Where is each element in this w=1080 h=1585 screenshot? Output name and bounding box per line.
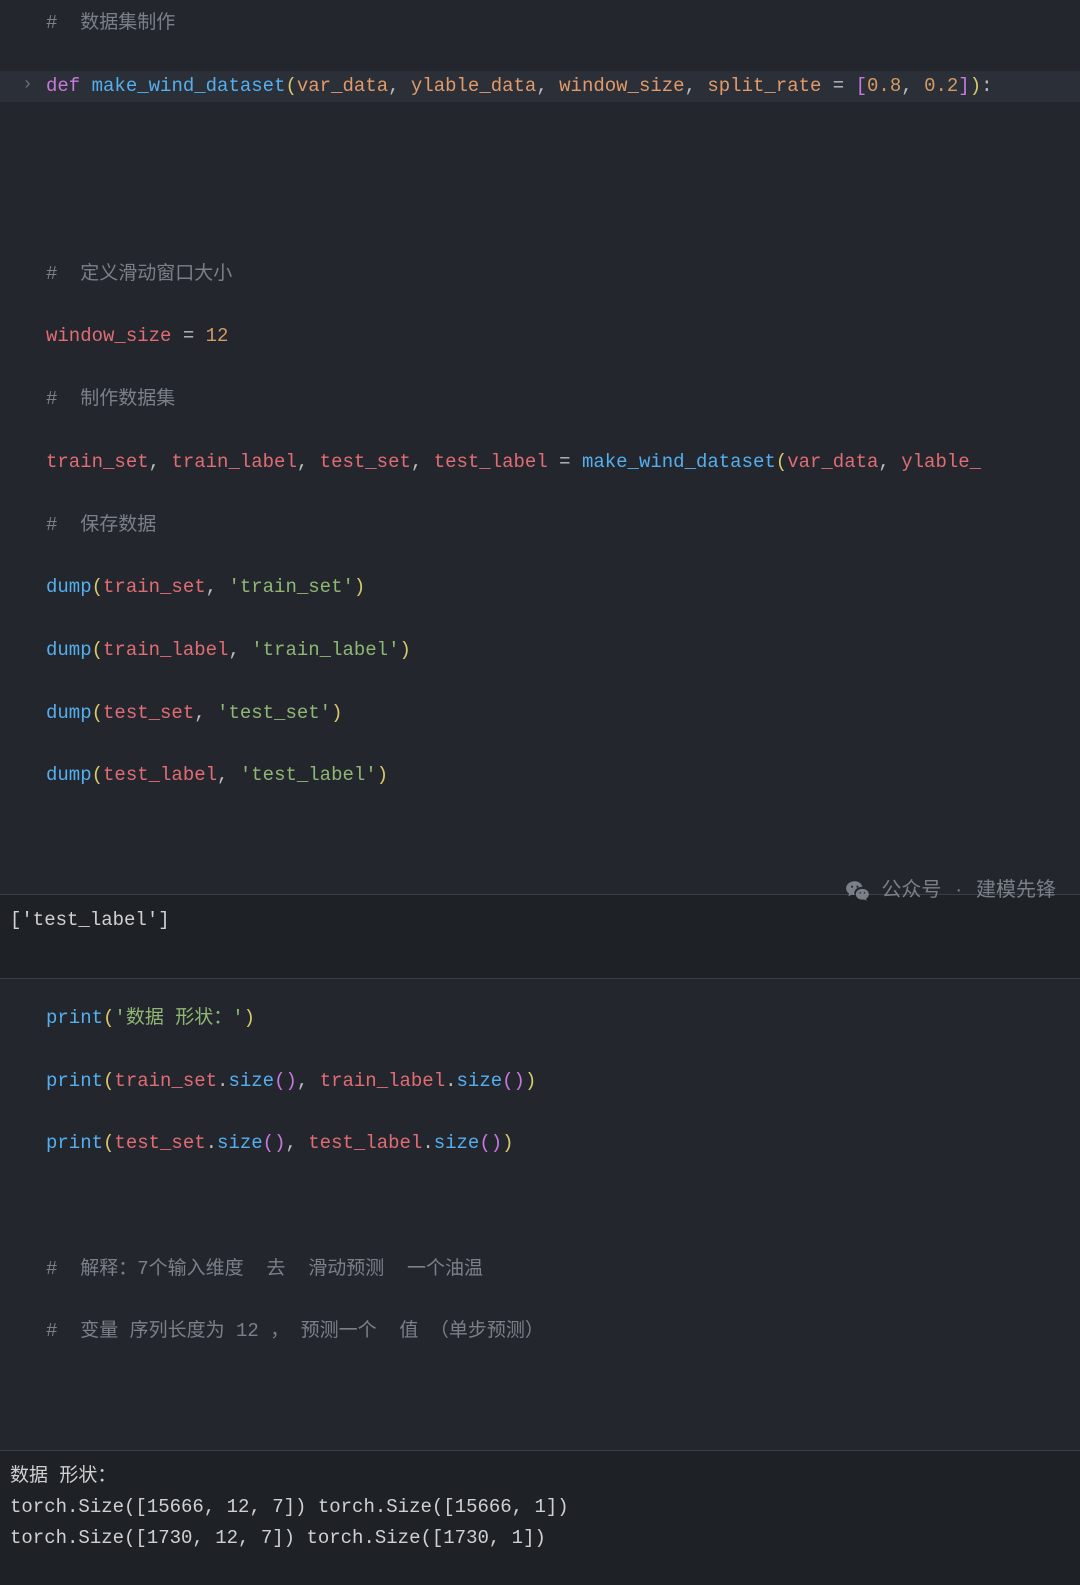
code-cell-1[interactable]: # 数据集制作 ›def make_wind_dataset(var_data,… [0,0,1080,894]
watermark: 公众号 · 建模先锋 [845,874,1056,907]
output-line: 数据 形状： [10,1465,116,1487]
comment: # 保存数据 [46,514,156,536]
output-line: torch.Size([1730, 12, 7]) torch.Size([17… [10,1527,546,1549]
comment: # 定义滑动窗口大小 [46,263,232,285]
output-line: torch.Size([15666, 12, 7]) torch.Size([1… [10,1496,569,1518]
param: var_data [297,75,388,97]
output-spacer [0,946,1080,978]
comment: # 制作数据集 [46,388,175,410]
code-cell-2[interactable]: print('数据 形状：') print(train_set.size(), … [0,978,1080,1450]
wechat-icon [845,878,871,904]
param: ylable_data [411,75,536,97]
function-name: make_wind_dataset [92,75,286,97]
output-cell-2: 数据 形状： torch.Size([15666, 12, 7]) torch.… [0,1450,1080,1585]
function-call: make_wind_dataset [582,451,776,473]
comment: # 数据集制作 [46,12,175,34]
keyword-def: def [46,75,80,97]
watermark-dot: · [955,874,962,907]
variable: window_size [46,325,171,347]
watermark-name: 建模先锋 [976,874,1056,907]
param: window_size [559,75,684,97]
fold-chevron-icon[interactable]: › [22,71,33,101]
function-def-line[interactable]: ›def make_wind_dataset(var_data, ylable_… [0,71,1080,102]
output-text: ['test_label'] [10,909,170,931]
comment: # 变量 序列长度为 12 ， 预测一个 值 （单步预测） [46,1320,544,1342]
watermark-prefix: 公众号 [881,874,941,907]
param: split_rate [707,75,821,97]
number: 12 [206,325,229,347]
comment: # 解释：7个输入维度 去 滑动预测 一个油温 [46,1258,483,1280]
